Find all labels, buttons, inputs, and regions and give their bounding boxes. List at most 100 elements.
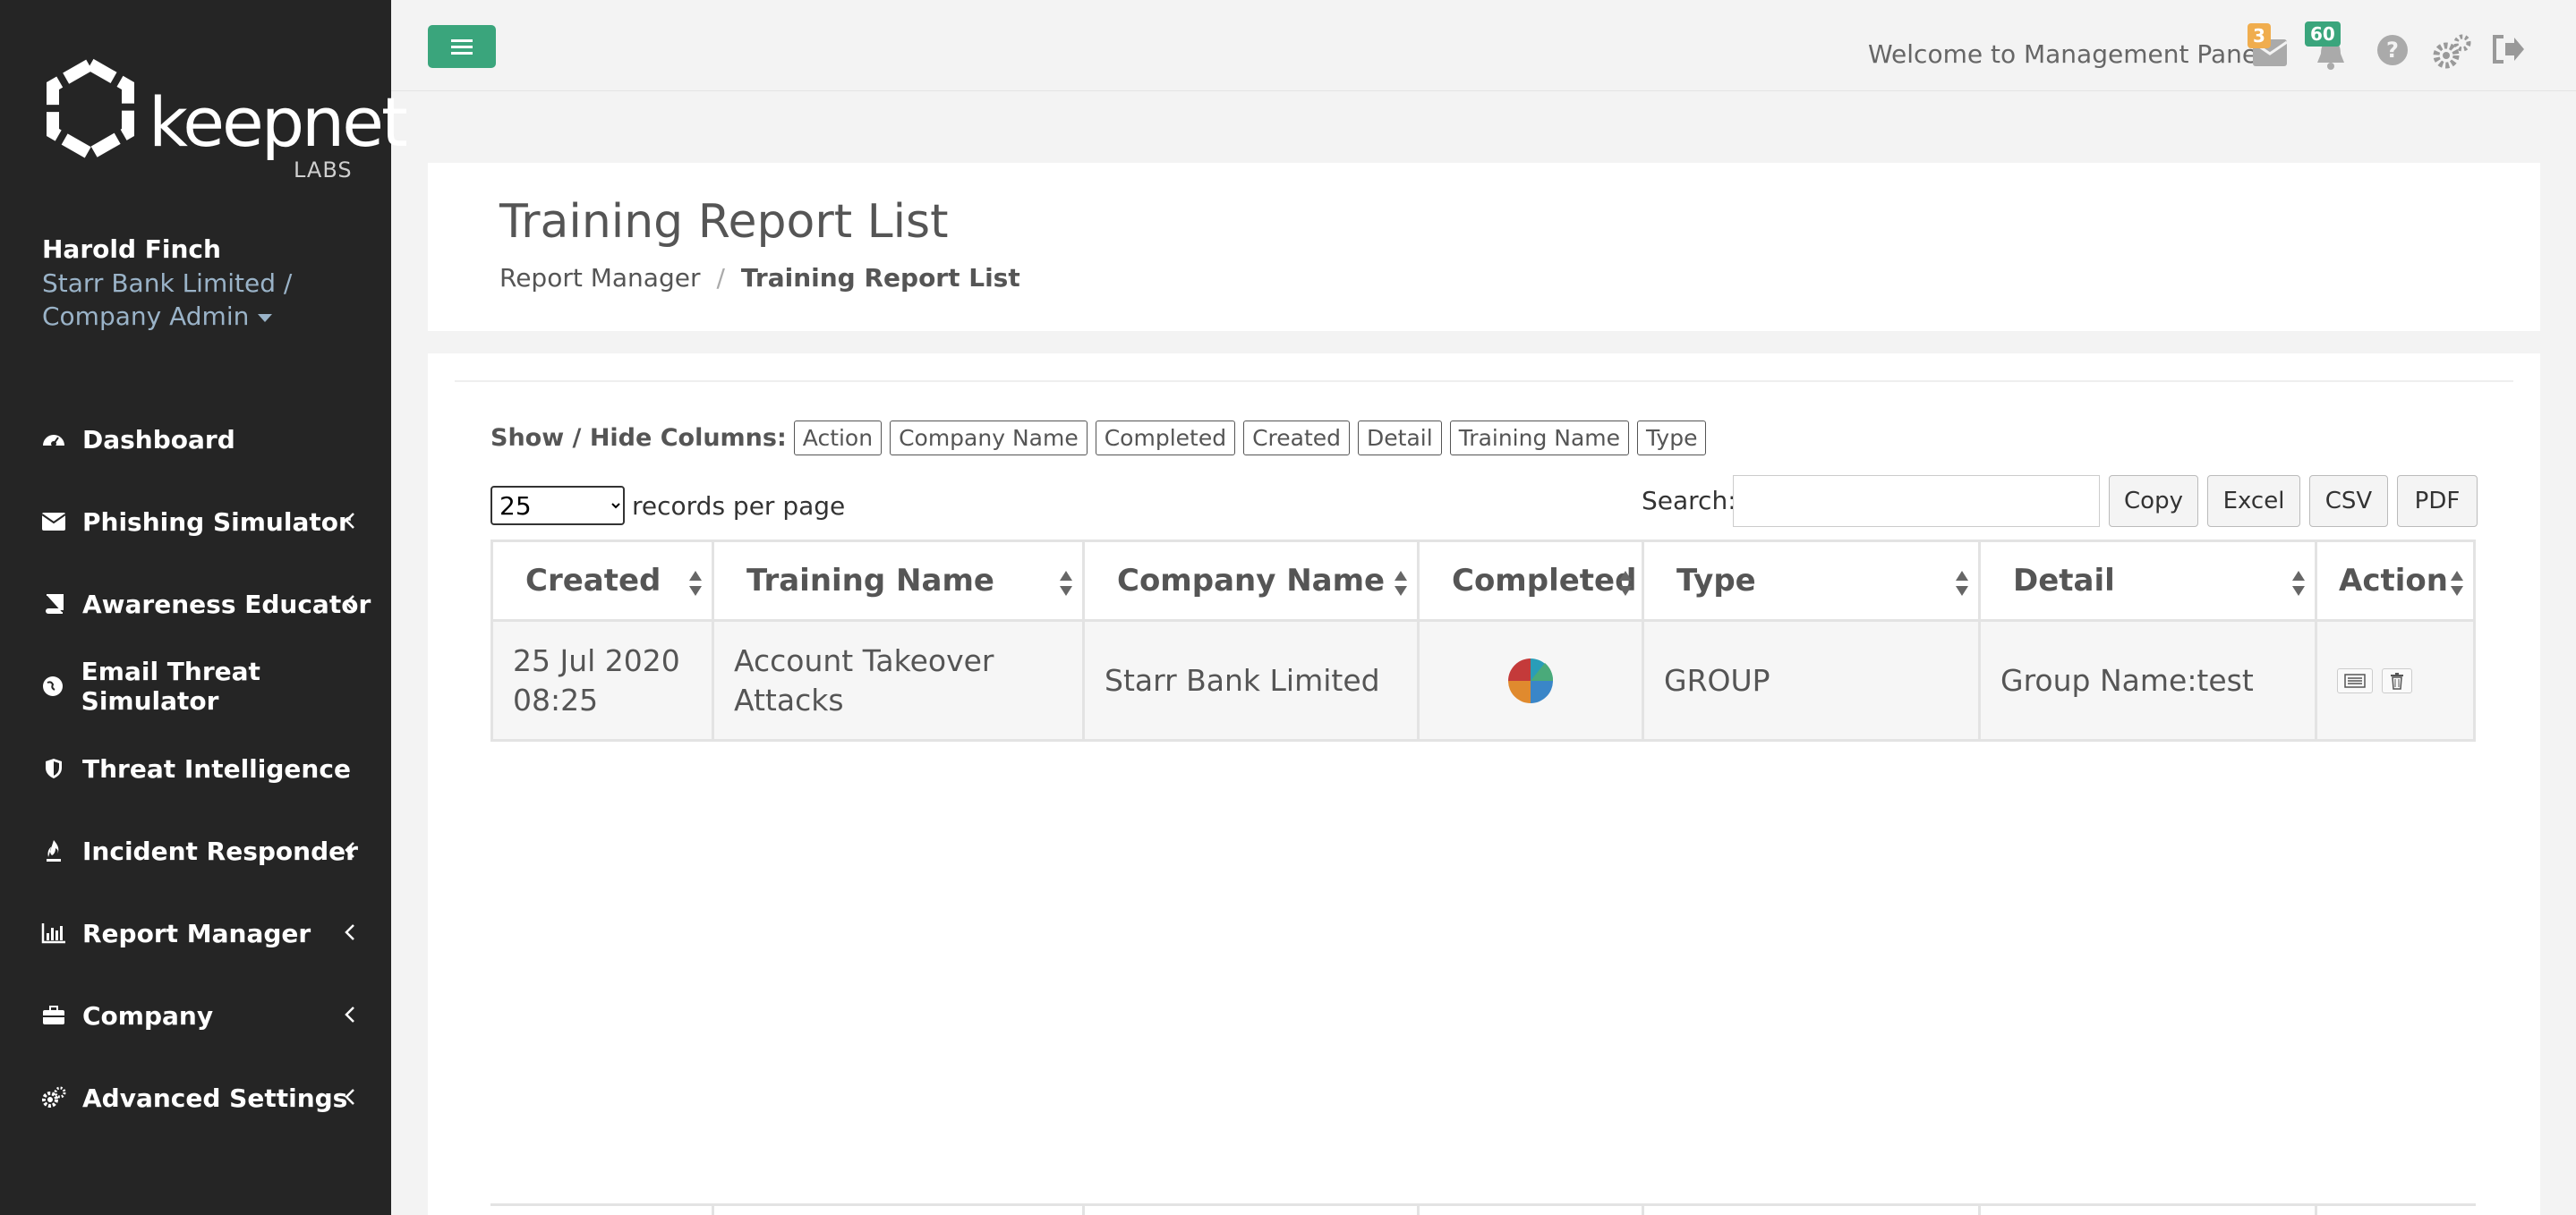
fire-icon <box>41 838 66 863</box>
help-button[interactable]: ? <box>2376 34 2412 70</box>
column-header-label: Training Name <box>746 563 994 599</box>
bar-chart-icon <box>41 921 66 946</box>
logout-button[interactable] <box>2491 34 2527 70</box>
column-header-detail[interactable]: Detail <box>1981 542 2317 619</box>
trash-icon <box>2391 672 2403 690</box>
column-header-label: Created <box>525 563 661 599</box>
sort-icon <box>1956 571 1968 596</box>
sort-icon <box>2292 571 2305 596</box>
footer-col <box>1981 1206 2317 1215</box>
sidebar-item-dashboard[interactable]: Dashboard <box>0 398 391 480</box>
content-panel: Show / Hide Columns: Action Company Name… <box>428 353 2540 1215</box>
keepnet-logo[interactable]: keepnet LABS <box>41 57 408 183</box>
view-details-button[interactable] <box>2337 667 2373 693</box>
sidebar-item-label: Phishing Simulator <box>82 506 351 537</box>
column-header-action[interactable]: Action <box>2317 542 2473 619</box>
column-header-training-name[interactable]: Training Name <box>714 542 1085 619</box>
user-role: Company Admin <box>42 302 250 331</box>
breadcrumb-parent-link[interactable]: Report Manager <box>499 263 700 293</box>
cell-created: 25 Jul 2020 08:25 <box>493 622 714 739</box>
sidebar-item-advanced-settings[interactable]: Advanced Settings <box>0 1057 391 1139</box>
sidebar-item-incident-responder[interactable]: Incident Responder <box>0 810 391 892</box>
brand-sub: LABS <box>294 157 353 183</box>
column-header-company-name[interactable]: Company Name <box>1085 542 1420 619</box>
settings-button[interactable] <box>2432 34 2471 70</box>
question-circle-icon: ? <box>2377 35 2408 65</box>
breadcrumb: Report Manager / Training Report List <box>499 263 1020 293</box>
toggle-column-type[interactable]: Type <box>1637 421 1707 455</box>
sort-icon <box>2451 571 2463 596</box>
toggle-column-created[interactable]: Created <box>1243 421 1351 455</box>
sidebar-item-company[interactable]: Company <box>0 974 391 1057</box>
footer-col <box>1420 1206 1644 1215</box>
column-header-label: Company Name <box>1117 563 1386 599</box>
records-per-page-select[interactable]: 25 <box>490 486 625 525</box>
sidebar-toggle-button[interactable] <box>428 25 496 68</box>
column-header-created[interactable]: Created <box>493 542 714 619</box>
delete-button[interactable] <box>2382 667 2412 693</box>
chevron-left-icon <box>345 1089 354 1105</box>
shield-icon <box>41 756 66 781</box>
user-org-dropdown[interactable]: Starr Bank Limited / Company Admin <box>42 267 364 333</box>
pie-chart-icon[interactable] <box>1507 658 1554 704</box>
sidebar-nav: Dashboard Phishing Simulator Awareness E… <box>0 398 391 1139</box>
column-toggle-label: Show / Hide Columns: <box>490 424 787 452</box>
sidebar: keepnet LABS Harold Finch Starr Bank Lim… <box>0 0 408 1215</box>
sort-icon <box>1395 571 1407 596</box>
cell-completed <box>1420 622 1644 739</box>
breadcrumb-current: Training Report List <box>740 263 1020 293</box>
csv-button[interactable]: CSV <box>2309 475 2388 527</box>
sidebar-item-phishing-simulator[interactable]: Phishing Simulator <box>0 480 391 563</box>
toggle-column-training-name[interactable]: Training Name <box>1449 421 1630 455</box>
table-row: 25 Jul 2020 08:25 Account Takeover Attacks… <box>490 622 2476 742</box>
messages-badge: 3 <box>2248 23 2271 48</box>
hamburger-icon <box>451 39 473 55</box>
chevron-left-icon <box>345 924 354 940</box>
user-org-line1: Starr Bank Limited / <box>42 268 293 298</box>
sidebar-item-label: Email Threat Simulator <box>81 657 260 716</box>
footer-col <box>714 1206 1085 1215</box>
sort-icon <box>1619 571 1632 596</box>
briefcase-icon <box>41 1003 66 1028</box>
training-name-line2: Attacks <box>734 682 844 718</box>
sidebar-item-awareness-educator[interactable]: Awareness Educator <box>0 563 391 645</box>
sign-out-icon <box>2493 35 2524 64</box>
user-name: Harold Finch <box>42 234 221 264</box>
created-date: 25 Jul 2020 <box>513 642 680 678</box>
copy-button[interactable]: Copy <box>2109 475 2198 527</box>
column-header-type[interactable]: Type <box>1644 542 1981 619</box>
pdf-button[interactable]: PDF <box>2397 475 2478 527</box>
cell-company-name: Starr Bank Limited <box>1085 622 1420 739</box>
book-icon <box>41 591 66 616</box>
envelope-icon <box>41 509 66 534</box>
excel-button[interactable]: Excel <box>2207 475 2300 527</box>
table-footer-border <box>490 1203 2476 1215</box>
footer-col <box>1644 1206 1981 1215</box>
chevron-left-icon <box>345 513 354 529</box>
training-report-table: Created Training Name Company Name Compl… <box>490 540 2476 742</box>
sidebar-item-label: Awareness Educator <box>82 589 371 619</box>
top-bar: Welcome to Management Panel 3 60 ? <box>391 0 2576 91</box>
column-header-completed[interactable]: Completed <box>1420 542 1644 619</box>
toggle-column-action[interactable]: Action <box>793 421 883 455</box>
toggle-column-detail[interactable]: Detail <box>1358 421 1442 455</box>
search-input[interactable] <box>1733 475 2100 527</box>
column-header-label: Completed <box>1452 563 1637 599</box>
page-header: Training Report List Report Manager / Trai… <box>428 163 2540 331</box>
toggle-column-completed[interactable]: Completed <box>1095 421 1236 455</box>
sidebar-item-threat-intelligence[interactable]: Threat Intelligence <box>0 727 391 810</box>
notifications-badge: 60 <box>2305 21 2341 47</box>
created-time: 08:25 <box>513 682 599 718</box>
brand-name: keepnet <box>149 82 408 162</box>
column-header-label: Type <box>1676 563 1756 599</box>
toggle-column-company-name[interactable]: Company Name <box>890 421 1088 455</box>
sidebar-item-label: Threat Intelligence <box>82 753 351 784</box>
cell-detail: Group Name:test <box>1981 622 2317 739</box>
notifications-button[interactable]: 60 <box>2305 21 2350 70</box>
breadcrumb-separator: / <box>716 263 725 293</box>
records-per-page: 25 records per page <box>490 486 845 525</box>
sidebar-item-email-threat-simulator[interactable]: Email Threat Simulator <box>0 645 391 727</box>
sidebar-item-report-manager[interactable]: Report Manager <box>0 892 391 974</box>
messages-button[interactable]: 3 <box>2248 23 2289 70</box>
svg-text:?: ? <box>2386 38 2399 63</box>
